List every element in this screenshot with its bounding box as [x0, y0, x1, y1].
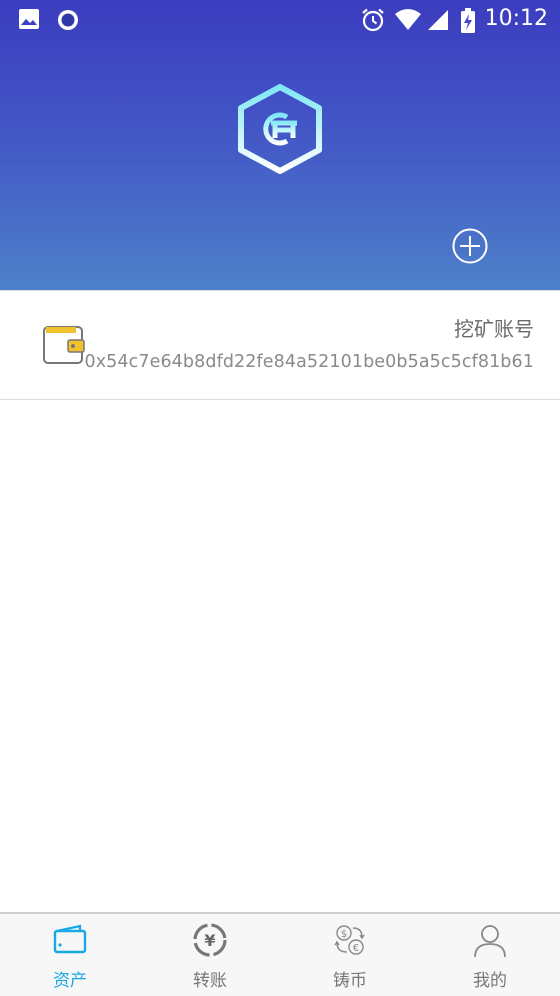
tab-mint[interactable]: $ € 铸币: [280, 914, 420, 996]
svg-text:€: €: [353, 943, 359, 954]
person-icon: [474, 925, 506, 958]
wallet-list-item[interactable]: 挖矿账号 0x54c7e64b8dfd22fe84a52101be0b5a5c5…: [0, 290, 560, 400]
battery-charging-icon: [460, 8, 476, 38]
circle-app-icon: [56, 8, 80, 36]
wallet-address: 0x54c7e64b8dfd22fe84a52101be0b5a5c5cf81b…: [84, 352, 534, 372]
bottom-tab-bar: 资产 ¥ 转账 $ € 铸币 我的: [0, 912, 560, 996]
svg-text:$: $: [341, 929, 347, 940]
wifi-icon: [394, 8, 422, 36]
yen-transfer-icon: ¥: [193, 923, 227, 957]
status-bar: 10:12: [0, 0, 560, 40]
status-time: 10:12: [484, 6, 548, 31]
tab-mint-label: 铸币: [333, 971, 367, 991]
image-icon: [18, 8, 40, 34]
plus-circle-icon: [452, 228, 488, 264]
tab-assets-label: 资产: [53, 971, 87, 991]
tab-profile[interactable]: 我的: [420, 914, 560, 996]
svg-text:¥: ¥: [204, 931, 215, 950]
tab-assets[interactable]: 资产: [0, 914, 140, 996]
wallet-name: 挖矿账号: [454, 317, 534, 341]
add-wallet-button[interactable]: [452, 228, 488, 264]
header-banner: 10:12: [0, 0, 560, 290]
signal-icon: [426, 8, 450, 36]
wallet-icon: [42, 325, 86, 365]
alarm-icon: [360, 8, 386, 36]
tab-transfer-label: 转账: [193, 971, 227, 991]
tab-profile-label: 我的: [473, 971, 507, 991]
hexagon-g-logo: [235, 83, 325, 175]
tab-transfer[interactable]: ¥ 转账: [140, 914, 280, 996]
currency-exchange-icon: $ €: [334, 925, 365, 955]
wallet-tab-icon: [53, 924, 87, 954]
